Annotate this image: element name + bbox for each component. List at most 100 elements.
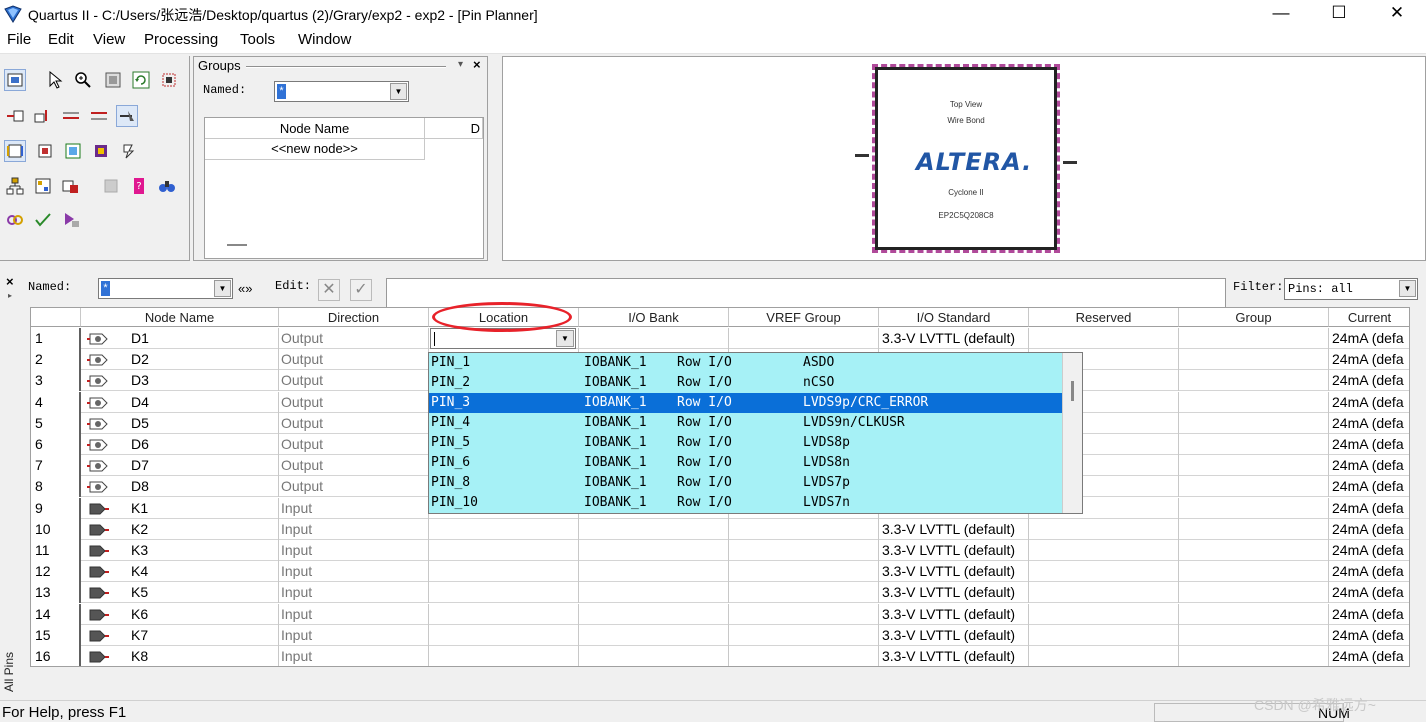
table-row[interactable]: 11 K3 Input 3.3-V LVTTL (default) 24mA (defa <box>31 540 1409 561</box>
selection-frame-icon[interactable] <box>158 69 180 91</box>
refresh-view-icon[interactable] <box>130 69 152 91</box>
direction-cell[interactable]: Input <box>279 582 429 604</box>
current-cell[interactable]: 24mA (defa <box>1329 646 1409 666</box>
pin-up-icon[interactable] <box>32 105 54 127</box>
group-cell[interactable] <box>1179 455 1329 477</box>
pin-migration-icon[interactable] <box>60 175 82 197</box>
all-pins-close-icon[interactable]: × <box>6 274 14 289</box>
groups-col-d[interactable]: D <box>425 118 483 139</box>
table-row[interactable]: 12 K4 Input 3.3-V LVTTL (default) 24mA (defa <box>31 561 1409 583</box>
direction-cell[interactable]: Output <box>279 391 429 413</box>
direction-cell[interactable]: Input <box>279 497 429 519</box>
io-bank-cell[interactable] <box>579 328 729 349</box>
maximize-button[interactable]: ☐ <box>1310 0 1368 28</box>
io-standard-cell[interactable]: 3.3-V LVTTL (default) <box>879 518 1029 540</box>
vref-group-cell[interactable] <box>729 603 879 625</box>
node-name-cell[interactable]: K1 <box>121 497 279 519</box>
dropdown-item[interactable]: PIN_5 IOBANK_1 Row I/O LVDS8p <box>429 433 1063 453</box>
node-name-cell[interactable]: D7 <box>121 455 279 477</box>
accept-edit-icon[interactable]: ✓ <box>350 279 372 301</box>
all-pins-tab[interactable]: All Pins <box>2 642 20 692</box>
node-name-cell[interactable]: K4 <box>121 561 279 583</box>
vref-group-cell[interactable] <box>729 518 879 540</box>
current-cell[interactable]: 24mA (defa <box>1329 476 1409 497</box>
node-name-cell[interactable]: K6 <box>121 603 279 625</box>
expand-named-button[interactable]: «» <box>238 281 252 296</box>
menu-view[interactable]: View <box>93 31 125 48</box>
vref-group-cell[interactable] <box>729 624 879 646</box>
pad-view-icon[interactable] <box>90 140 112 162</box>
dropdown-item[interactable]: PIN_8 IOBANK_1 Row I/O LVDS7p <box>429 473 1063 493</box>
pin-edit-icon[interactable] <box>116 105 138 127</box>
io-standard-cell[interactable]: 3.3-V LVTTL (default) <box>879 328 1029 349</box>
location-cell[interactable] <box>429 561 579 583</box>
group-cell[interactable] <box>1179 476 1329 498</box>
table-row[interactable]: 15 K7 Input 3.3-V LVTTL (default) 24mA (defa <box>31 624 1409 646</box>
diff-pin-icon[interactable] <box>62 140 84 162</box>
current-cell[interactable]: 24mA (defa <box>1329 455 1409 476</box>
reserved-cell[interactable] <box>1029 603 1179 625</box>
io-bank-cell[interactable] <box>579 624 729 646</box>
group-cell[interactable] <box>1179 391 1329 413</box>
vref-group-cell[interactable] <box>729 582 879 604</box>
dropdown-item[interactable]: PIN_3 IOBANK_1 Row I/O LVDS9p/CRC_ERROR <box>429 393 1063 413</box>
package-view-icon[interactable] <box>4 69 26 91</box>
groups-resize-grip[interactable] <box>227 244 247 246</box>
location-cell[interactable] <box>429 518 579 540</box>
col-header-current[interactable]: Current <box>1329 308 1409 327</box>
groups-named-combo[interactable]: * ▼ <box>274 81 409 102</box>
table-row[interactable]: 14 K6 Input 3.3-V LVTTL (default) 24mA (defa <box>31 603 1409 625</box>
pin-left-icon[interactable] <box>4 105 26 127</box>
chip-package-view[interactable]: Top View Wire Bond ALTERA. Cyclone II EP… <box>502 56 1426 261</box>
current-cell[interactable]: 24mA (defa <box>1329 392 1409 413</box>
all-pins-menu-icon[interactable]: ▸ <box>8 291 12 300</box>
fit-view-icon[interactable] <box>102 69 124 91</box>
menu-processing[interactable]: Processing <box>144 31 218 48</box>
direction-cell[interactable]: Input <box>279 561 429 583</box>
direction-cell[interactable]: Output <box>279 434 429 455</box>
group-cell[interactable] <box>1179 328 1329 349</box>
io-standard-cell[interactable]: 3.3-V LVTTL (default) <box>879 646 1029 666</box>
reserved-cell[interactable] <box>1029 624 1179 646</box>
location-cell[interactable] <box>429 603 579 625</box>
io-bank-icon[interactable] <box>4 140 26 162</box>
direction-cell[interactable]: Output <box>279 349 429 371</box>
node-name-cell[interactable]: D1 <box>121 328 279 349</box>
dropdown-scroll-thumb[interactable] <box>1071 381 1074 401</box>
io-standard-cell[interactable]: 3.3-V LVTTL (default) <box>879 561 1029 583</box>
chevron-down-icon[interactable]: ▼ <box>556 330 574 347</box>
group-cell[interactable] <box>1179 582 1329 604</box>
reserved-cell[interactable] <box>1029 518 1179 540</box>
chevron-down-icon[interactable]: ▼ <box>1399 280 1416 297</box>
col-header-node-name[interactable]: Node Name <box>81 308 279 327</box>
location-cell[interactable] <box>429 646 579 666</box>
current-cell[interactable]: 24mA (defa <box>1329 519 1409 540</box>
pointer-tool-icon[interactable] <box>44 69 66 91</box>
check-pins-icon[interactable] <box>32 209 54 231</box>
current-cell[interactable]: 24mA (defa <box>1329 328 1409 349</box>
assignment-icon[interactable] <box>32 175 54 197</box>
node-name-cell[interactable]: K8 <box>121 646 279 666</box>
dropdown-item[interactable]: PIN_1 IOBANK_1 Row I/O ASDO <box>429 353 1063 373</box>
group-cell[interactable] <box>1179 646 1329 666</box>
pin-finder-icon[interactable] <box>156 175 178 197</box>
direction-cell[interactable]: Output <box>279 370 429 392</box>
current-cell[interactable]: 24mA (defa <box>1329 370 1409 391</box>
vref-group-icon[interactable] <box>34 140 56 162</box>
reserved-cell[interactable] <box>1029 582 1179 604</box>
group-cell[interactable] <box>1179 497 1329 519</box>
group-cell[interactable] <box>1179 412 1329 434</box>
chevron-down-icon[interactable]: ▼ <box>390 83 407 100</box>
direction-cell[interactable]: Input <box>279 646 429 666</box>
location-cell[interactable] <box>429 540 579 561</box>
clock-region-icon[interactable] <box>118 140 140 162</box>
current-cell[interactable]: 24mA (defa <box>1329 349 1409 370</box>
reserved-cell[interactable] <box>1029 646 1179 666</box>
direction-cell[interactable]: Output <box>279 476 429 498</box>
col-header-io-standard[interactable]: I/O Standard <box>879 308 1029 327</box>
direction-cell[interactable]: Output <box>279 328 429 349</box>
current-cell[interactable]: 24mA (defa <box>1329 625 1409 646</box>
io-bank-cell[interactable] <box>579 582 729 604</box>
run-io-check-icon[interactable] <box>60 209 82 231</box>
filter-named-combo[interactable]: * ▼ <box>98 278 233 299</box>
